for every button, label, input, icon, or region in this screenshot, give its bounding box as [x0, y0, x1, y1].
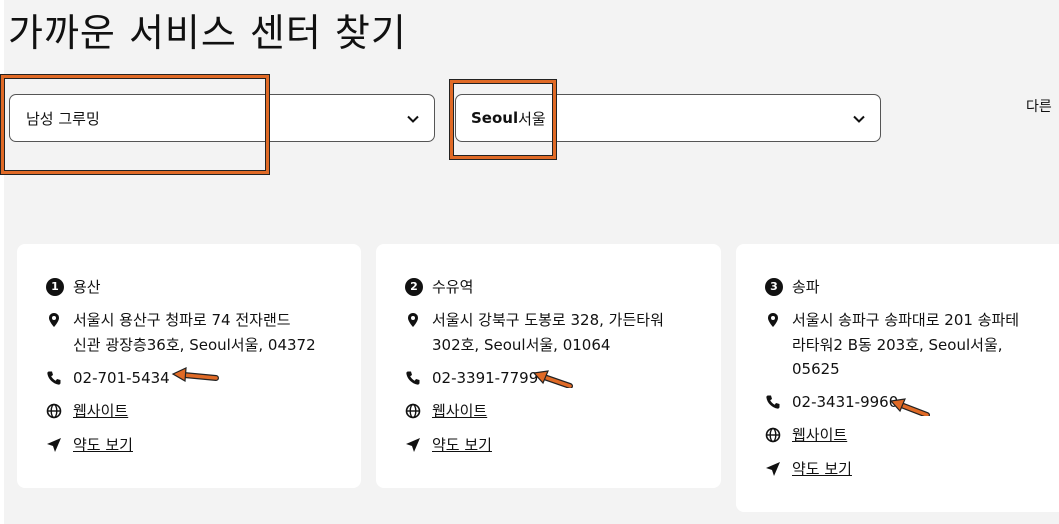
center-name: 송파	[792, 278, 820, 296]
website-link[interactable]: 웹사이트	[73, 399, 128, 424]
location-pin-icon	[768, 313, 778, 327]
service-center-card: 3 송파 서울시 송파구 송파대로 201 송파테 라타워2 B동 203호, …	[736, 244, 1059, 512]
center-address: 서울시 송파구 송파대로 201 송파테 라타워2 B동 203호, Seoul…	[792, 311, 1020, 378]
address-row: 서울시 용산구 청파로 74 전자랜드 신관 광장층36호, Seoul서울, …	[46, 308, 316, 357]
map-row: 약도 보기	[765, 457, 852, 482]
map-link[interactable]: 약도 보기	[73, 433, 133, 458]
phone-row: 02-3431-9960	[765, 390, 898, 415]
highlight-box-product	[1, 75, 269, 174]
card-index-badge: 2	[405, 277, 423, 296]
phone-row: 02-3391-7799	[405, 366, 538, 391]
map-row: 약도 보기	[405, 433, 492, 458]
navigation-arrow-icon	[47, 438, 61, 452]
phone-icon	[47, 371, 61, 385]
map-link[interactable]: 약도 보기	[792, 457, 852, 482]
annotation-arrow-icon	[889, 398, 930, 416]
website-link[interactable]: 웹사이트	[792, 423, 847, 448]
card-index-badge: 3	[765, 277, 783, 296]
website-link[interactable]: 웹사이트	[432, 399, 487, 424]
card-title: 1 용산	[46, 276, 101, 297]
other-link[interactable]: 다른	[1026, 96, 1052, 116]
center-phone[interactable]: 02-701-5434	[73, 366, 170, 391]
card-index-badge: 1	[46, 277, 64, 296]
service-center-card: 2 수유역 서울시 강북구 도봉로 328, 가든타워 302호, Seoul서…	[376, 244, 721, 488]
globe-icon	[765, 427, 781, 443]
chevron-down-icon	[853, 115, 865, 123]
annotation-arrow-icon	[171, 367, 219, 383]
navigation-arrow-icon	[406, 438, 420, 452]
phone-icon	[766, 395, 780, 409]
highlight-box-city	[450, 80, 556, 159]
navigation-arrow-icon	[766, 462, 780, 476]
globe-icon	[405, 403, 421, 419]
annotation-arrow-icon	[532, 370, 573, 388]
location-pin-icon	[49, 313, 59, 327]
phone-icon	[406, 371, 420, 385]
website-row: 웹사이트	[765, 423, 847, 448]
center-address: 서울시 용산구 청파로 74 전자랜드 신관 광장층36호, Seoul서울, …	[73, 311, 316, 354]
page-title: 가까운 서비스 센터 찾기	[8, 11, 407, 55]
website-row: 웹사이트	[46, 399, 128, 424]
center-address: 서울시 강북구 도봉로 328, 가든타워 302호, Seoul서울, 010…	[432, 311, 664, 354]
location-pin-icon	[408, 313, 418, 327]
address-row: 서울시 강북구 도봉로 328, 가든타워 302호, Seoul서울, 010…	[405, 308, 664, 357]
map-link[interactable]: 약도 보기	[432, 433, 492, 458]
website-row: 웹사이트	[405, 399, 487, 424]
center-phone[interactable]: 02-3431-9960	[792, 390, 898, 415]
globe-icon	[46, 403, 62, 419]
card-title: 2 수유역	[405, 276, 473, 297]
card-title: 3 송파	[765, 276, 820, 297]
center-name: 용산	[73, 278, 101, 296]
center-phone[interactable]: 02-3391-7799	[432, 366, 538, 391]
chevron-down-icon	[407, 115, 419, 123]
phone-row: 02-701-5434	[46, 366, 170, 391]
map-row: 약도 보기	[46, 433, 133, 458]
address-row: 서울시 송파구 송파대로 201 송파테 라타워2 B동 203호, Seoul…	[765, 308, 1019, 382]
center-name: 수유역	[432, 278, 474, 296]
